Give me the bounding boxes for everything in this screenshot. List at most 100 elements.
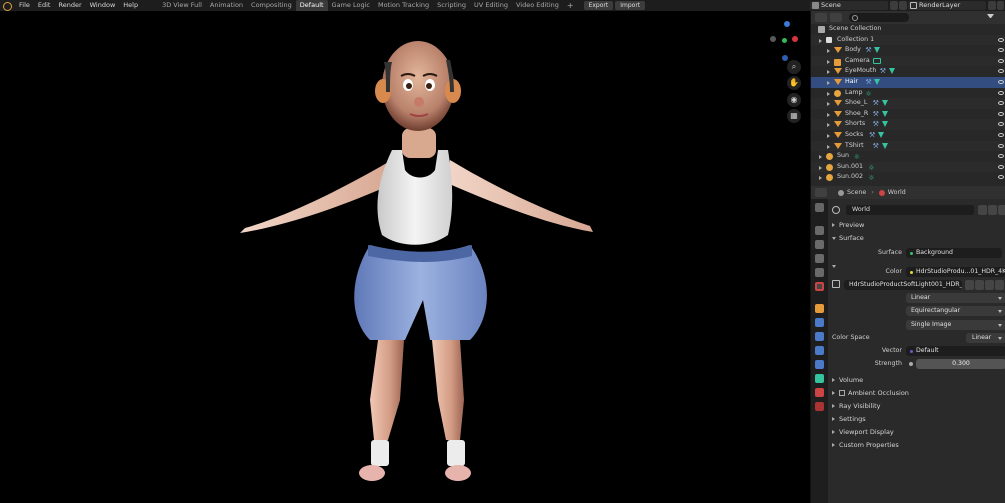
visibility-eye-icon[interactable] — [998, 79, 1004, 84]
expand-arrow-icon[interactable] — [827, 123, 830, 128]
tab-compositing[interactable]: Compositing — [247, 0, 296, 11]
viewport-display-section[interactable]: Viewport Display — [832, 427, 894, 437]
outliner-item[interactable]: Body ⚒ — [811, 45, 1005, 56]
zoom-icon[interactable]: ⌕ — [787, 60, 801, 74]
outliner-item[interactable]: Sun.001 ☼ — [811, 161, 1005, 173]
light-data-icon[interactable]: ☼ — [868, 173, 874, 184]
z-axis-icon[interactable] — [784, 21, 790, 27]
scene-close-icon[interactable] — [899, 1, 907, 10]
data-tab-icon[interactable] — [815, 374, 824, 383]
visibility-eye-icon[interactable] — [998, 175, 1004, 180]
image-datablock-icon[interactable] — [832, 280, 840, 288]
particles-tab-icon[interactable] — [815, 332, 824, 341]
mesh-data-icon[interactable] — [874, 78, 881, 85]
visibility-eye-icon[interactable] — [998, 164, 1004, 169]
scene-copy-icon[interactable] — [890, 1, 898, 10]
output-tab-icon[interactable] — [815, 240, 824, 249]
add-workspace-button[interactable]: + — [563, 0, 578, 11]
projection-dropdown[interactable]: Equirectangular — [906, 306, 1005, 316]
expand-arrow-icon[interactable] — [819, 165, 822, 170]
visibility-eye-icon[interactable] — [998, 101, 1004, 106]
visibility-eye-icon[interactable] — [998, 143, 1004, 148]
ambient-occlusion-section[interactable]: Ambient Occlusion — [832, 388, 909, 398]
world-tab-icon[interactable] — [815, 282, 824, 291]
blender-logo-icon[interactable] — [2, 1, 12, 11]
menu-file[interactable]: File — [15, 0, 34, 11]
modifier-tab-icon[interactable] — [815, 318, 824, 327]
expand-arrow-icon[interactable] — [827, 133, 830, 138]
world-datablock-icon[interactable] — [832, 206, 840, 214]
surface-field[interactable]: Background — [906, 248, 1002, 258]
y-axis-icon[interactable] — [782, 38, 787, 43]
tab-game-logic[interactable]: Game Logic — [328, 0, 374, 11]
world-name-field[interactable]: World — [846, 205, 974, 215]
outliner-item[interactable]: Scene Collection — [811, 24, 1005, 35]
vector-field[interactable]: Default — [906, 346, 1005, 356]
visibility-eye-icon[interactable] — [998, 122, 1004, 127]
outliner-item[interactable]: Socks ⚒ — [811, 130, 1005, 141]
mesh-data-icon[interactable] — [881, 142, 888, 149]
outliner-search-input[interactable] — [849, 13, 909, 22]
interpolation-dropdown[interactable]: Linear — [906, 293, 1005, 303]
constraints-tab-icon[interactable] — [815, 360, 824, 369]
mesh-data-icon[interactable] — [874, 47, 881, 54]
outliner-item[interactable]: Sun.002 ☼ — [811, 172, 1005, 183]
image-fake-user-icon[interactable] — [965, 280, 974, 290]
outliner-item[interactable]: Shoe_L ⚒ — [811, 98, 1005, 109]
modifier-wrench-icon[interactable]: ⚒ — [880, 68, 886, 75]
preview-section[interactable]: Preview — [832, 220, 864, 230]
visibility-eye-icon[interactable] — [998, 37, 1004, 42]
outliner-item[interactable]: TShirt ⚒ — [811, 140, 1005, 152]
render-layer-copy-icon[interactable] — [988, 1, 996, 10]
render-layer-selector[interactable]: RenderLayer — [908, 1, 986, 10]
visibility-eye-icon[interactable] — [998, 58, 1004, 63]
outliner-item[interactable]: Hair ⚒ — [811, 76, 1005, 88]
x-axis-icon[interactable] — [792, 36, 798, 42]
modifier-wrench-icon[interactable]: ⚒ — [869, 131, 875, 138]
source-dropdown[interactable]: Single Image — [906, 320, 1005, 330]
neg-x-axis-icon[interactable] — [770, 36, 776, 42]
surface-section[interactable]: Surface — [832, 233, 864, 243]
filter-icon[interactable] — [987, 14, 994, 21]
visibility-eye-icon[interactable] — [998, 90, 1004, 95]
settings-section[interactable]: Settings — [832, 414, 866, 424]
3d-viewport[interactable]: ⌕ ✋ ◉ ▦ — [0, 11, 810, 503]
image-open-icon[interactable] — [985, 280, 994, 290]
scene-selector[interactable]: Scene — [810, 1, 888, 10]
properties-editor-type-icon[interactable] — [815, 188, 827, 197]
render-tab-icon[interactable] — [815, 226, 824, 235]
outliner-item[interactable]: Collection 1 — [811, 34, 1005, 46]
scene-tab-icon[interactable] — [815, 268, 824, 277]
image-unlink-icon[interactable] — [995, 280, 1004, 290]
outliner-item[interactable]: Shoe_R ⚒ — [811, 109, 1005, 120]
menu-edit[interactable]: Edit — [34, 0, 55, 11]
fake-user-icon[interactable] — [978, 205, 987, 215]
expand-arrow-icon[interactable] — [827, 91, 830, 96]
mesh-data-icon[interactable] — [878, 131, 884, 138]
image-name-field[interactable]: HdrStudioProductSoftLight001_HDR_4K... — [844, 280, 962, 290]
visibility-eye-icon[interactable] — [998, 132, 1004, 137]
strength-slider[interactable]: 0.300 — [916, 359, 1005, 369]
collection-checkbox-icon[interactable] — [826, 37, 832, 44]
tab-default[interactable]: Default — [295, 0, 328, 11]
tab-animation[interactable]: Animation — [206, 0, 247, 11]
tab-motion-tracking[interactable]: Motion Tracking — [374, 0, 433, 11]
image-duplicate-icon[interactable] — [975, 280, 984, 290]
tab-3d-view-full[interactable]: 3D View Full — [158, 0, 206, 11]
modifier-wrench-icon[interactable]: ⚒ — [873, 100, 879, 107]
outliner-item[interactable]: Camera — [811, 55, 1005, 67]
expand-arrow-icon[interactable] — [827, 144, 830, 149]
mesh-data-icon[interactable] — [881, 110, 888, 117]
render-layer-close-icon[interactable] — [997, 1, 1004, 10]
duplicate-world-icon[interactable] — [988, 205, 997, 215]
visibility-eye-icon[interactable] — [998, 48, 1004, 53]
modifier-wrench-icon[interactable]: ⚒ — [865, 47, 871, 54]
modifier-wrench-icon[interactable]: ⚒ — [865, 78, 871, 85]
ray-visibility-section[interactable]: Ray Visibility — [832, 401, 881, 411]
color-space-dropdown[interactable]: Linear — [966, 333, 1005, 343]
display-mode-icon[interactable] — [830, 13, 842, 22]
camera-view-icon[interactable]: ◉ — [787, 93, 801, 107]
visibility-eye-icon[interactable] — [998, 111, 1004, 116]
grid-toggle-icon[interactable]: ▦ — [787, 109, 801, 123]
camera-data-icon[interactable] — [872, 57, 881, 64]
